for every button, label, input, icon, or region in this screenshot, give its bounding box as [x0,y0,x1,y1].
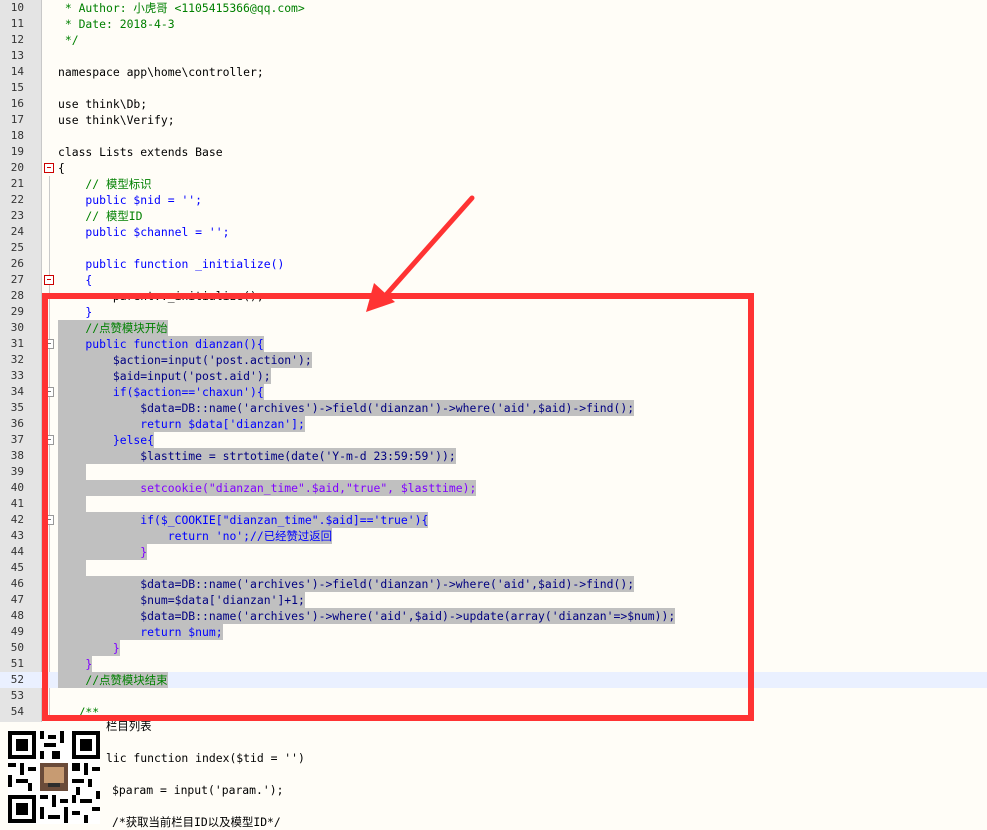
arrow-annotation-icon [366,195,475,312]
qr-code-image [8,730,100,824]
code-editor[interactable]: 10 * Author: 小虎哥 <1105415366@qq.com> 11 … [0,0,987,830]
